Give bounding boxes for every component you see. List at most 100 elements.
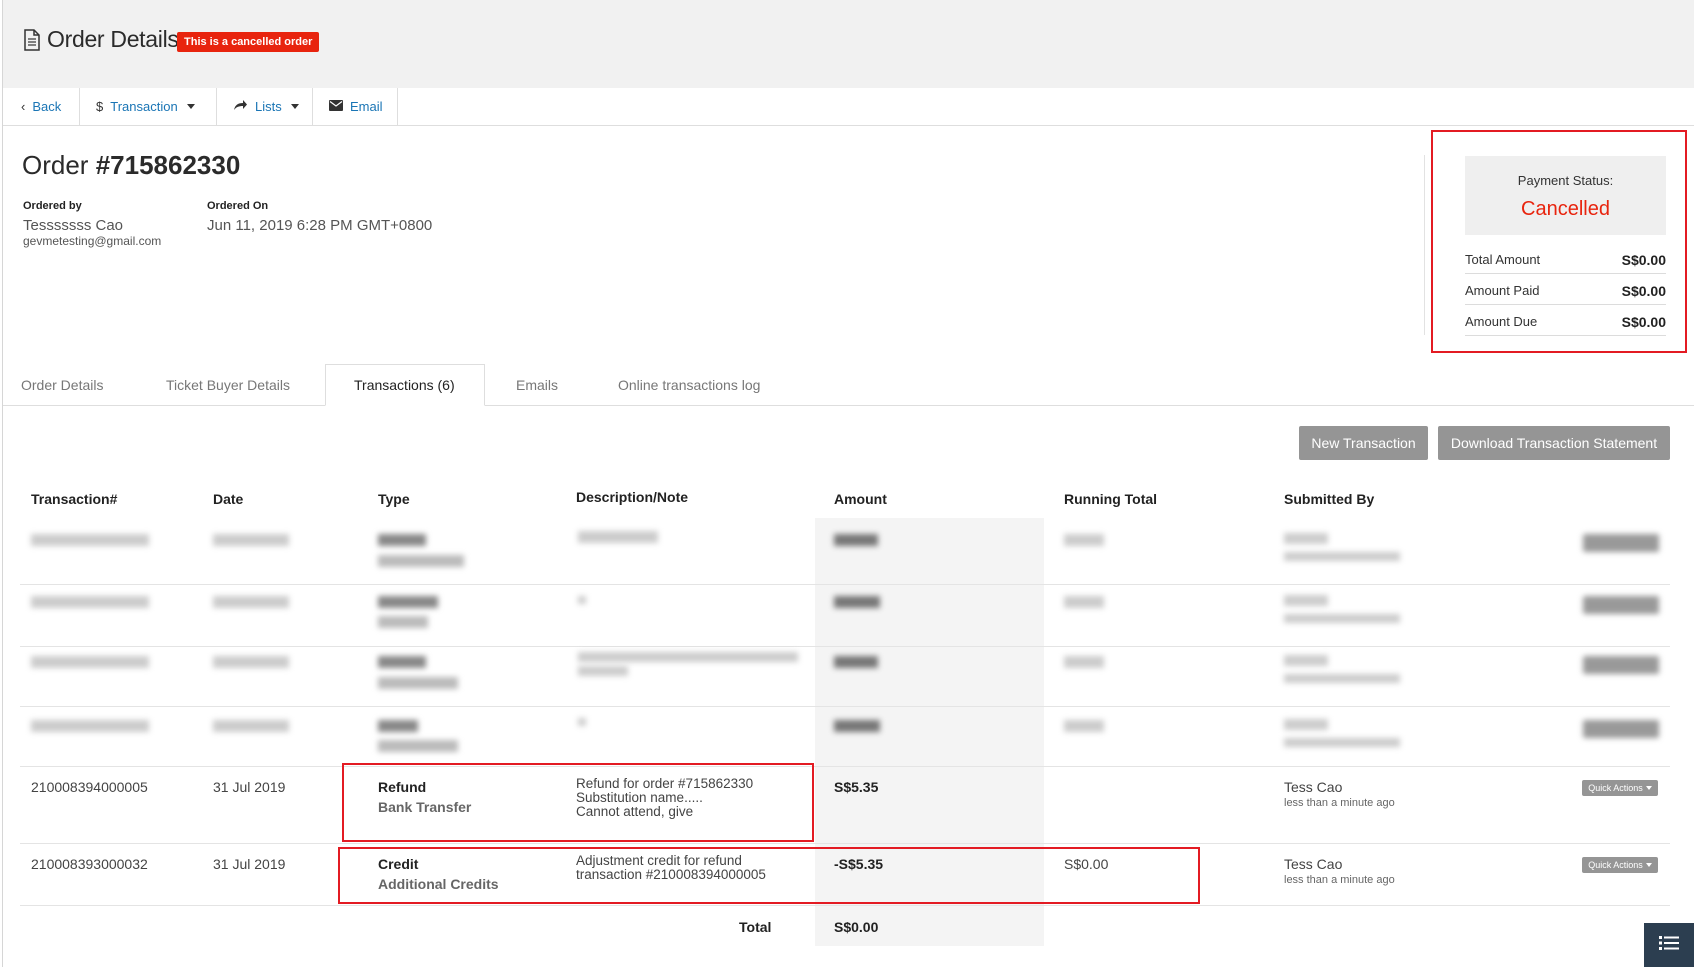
- page-header: Order Details This is a cancelled order: [3, 0, 1694, 89]
- tab-ticket-buyer-details[interactable]: Ticket Buyer Details: [166, 364, 290, 405]
- redacted-text: [1064, 596, 1104, 608]
- quick-actions-label: Quick Actions: [1588, 783, 1643, 793]
- redacted-text: [378, 720, 418, 732]
- redacted-button: [1583, 534, 1659, 552]
- total-value: S$0.00: [834, 919, 879, 935]
- row-divider: [20, 905, 1670, 906]
- tabs-baseline: [3, 405, 1694, 406]
- redacted-text: [378, 534, 426, 546]
- annotation-box-refund: [342, 763, 814, 842]
- tab-transactions[interactable]: Transactions (6): [325, 364, 485, 406]
- redacted-text: [1284, 533, 1328, 544]
- quick-actions-button[interactable]: Quick Actions: [1582, 780, 1658, 796]
- redacted-text: [378, 616, 428, 628]
- annotation-box-credit: [338, 847, 1200, 904]
- row-divider: [20, 646, 1670, 647]
- redacted-text: [834, 656, 878, 668]
- email-button[interactable]: Email: [313, 88, 398, 125]
- order-title: Order #715862330: [22, 150, 240, 181]
- ordered-by-label: Ordered by: [23, 200, 82, 212]
- redacted-text: [578, 652, 798, 662]
- cell-transaction: 210008394000005: [31, 779, 148, 795]
- download-statement-button[interactable]: Download Transaction Statement: [1438, 426, 1670, 460]
- redacted-text: [1064, 656, 1104, 668]
- redacted-text: [578, 666, 628, 676]
- ordered-by-name: Tesssssss Cao: [23, 217, 124, 234]
- redacted-text: [378, 555, 464, 567]
- back-label: Back: [32, 99, 62, 114]
- total-label: Total: [739, 919, 772, 935]
- tab-emails[interactable]: Emails: [516, 364, 558, 405]
- envelope-icon: [329, 99, 343, 114]
- caret-down-icon: [186, 104, 195, 109]
- new-transaction-button[interactable]: New Transaction: [1299, 426, 1428, 460]
- redacted-text: [378, 677, 458, 689]
- toolbar: ‹ Back $ Transaction Lists Email: [3, 88, 1694, 126]
- caret-down-icon: [1645, 863, 1652, 867]
- list-menu-button[interactable]: [1644, 923, 1694, 967]
- tab-order-details[interactable]: Order Details: [21, 364, 103, 405]
- lists-dropdown[interactable]: Lists: [217, 88, 313, 125]
- redacted-text: [1284, 595, 1328, 606]
- cell-amount: S$5.35: [834, 779, 879, 795]
- transaction-label: Transaction: [110, 99, 178, 114]
- row-divider: [20, 706, 1670, 707]
- chevron-left-icon: ‹: [21, 99, 26, 114]
- redacted-text: [1284, 719, 1328, 730]
- redacted-text: [378, 740, 458, 752]
- back-button[interactable]: ‹ Back: [3, 88, 80, 125]
- order-number: #715862330: [95, 150, 241, 180]
- redacted-text: [378, 596, 438, 608]
- header-transaction: Transaction#: [31, 491, 118, 507]
- cell-date: 31 Jul 2019: [213, 856, 286, 872]
- document-icon: [23, 29, 41, 56]
- header-date: Date: [213, 491, 244, 507]
- redacted-text: [1284, 552, 1400, 561]
- cell-submitted-by: Tess Cao: [1284, 856, 1343, 872]
- divider: [1424, 155, 1425, 335]
- cell-transaction: 210008393000032: [31, 856, 148, 872]
- caret-down-icon: [290, 104, 299, 109]
- cancelled-order-badge: This is a cancelled order: [177, 32, 320, 52]
- cell-submitted-when: less than a minute ago: [1284, 797, 1395, 809]
- header-running-total: Running Total: [1064, 491, 1158, 507]
- redacted-text: [378, 656, 426, 668]
- redacted-text: [213, 720, 289, 732]
- redacted-text: [1284, 738, 1400, 747]
- redacted-button: [1583, 656, 1659, 674]
- row-divider: [20, 766, 1670, 767]
- redacted-text: [578, 531, 658, 543]
- order-title-prefix: Order: [22, 150, 89, 180]
- redacted-button: [1583, 596, 1659, 614]
- header-amount: Amount: [834, 491, 887, 507]
- header-type: Type: [378, 491, 410, 507]
- header-description: Description/Note: [576, 489, 689, 505]
- quick-actions-button[interactable]: Quick Actions: [1582, 857, 1658, 873]
- email-label: Email: [350, 99, 383, 114]
- lists-label: Lists: [255, 99, 282, 114]
- redacted-text: [1284, 674, 1400, 683]
- ordered-on-value: Jun 11, 2019 6:28 PM GMT+0800: [207, 217, 433, 234]
- redacted-text: [578, 596, 586, 604]
- redacted-text: [1284, 614, 1400, 623]
- redacted-text: [1064, 534, 1104, 546]
- redacted-text: [213, 534, 289, 546]
- redacted-text: [213, 656, 289, 668]
- ordered-by-email: gevmetesting@gmail.com: [23, 234, 162, 248]
- transaction-dropdown[interactable]: $ Transaction: [80, 88, 217, 125]
- annotation-box-payment: [1431, 130, 1687, 353]
- redacted-text: [31, 656, 149, 668]
- header-submitted-by: Submitted By: [1284, 491, 1375, 507]
- redacted-button: [1583, 720, 1659, 738]
- tab-online-transactions-log[interactable]: Online transactions log: [618, 364, 760, 405]
- redacted-text: [834, 534, 878, 546]
- cell-date: 31 Jul 2019: [213, 779, 286, 795]
- redacted-text: [31, 534, 149, 546]
- share-icon: [233, 99, 248, 114]
- left-border: [2, 0, 3, 967]
- page-title: Order Details: [47, 26, 179, 52]
- ordered-on-label: Ordered On: [207, 200, 269, 212]
- list-icon: [1659, 935, 1679, 956]
- redacted-text: [834, 720, 880, 732]
- caret-down-icon: [1645, 786, 1652, 790]
